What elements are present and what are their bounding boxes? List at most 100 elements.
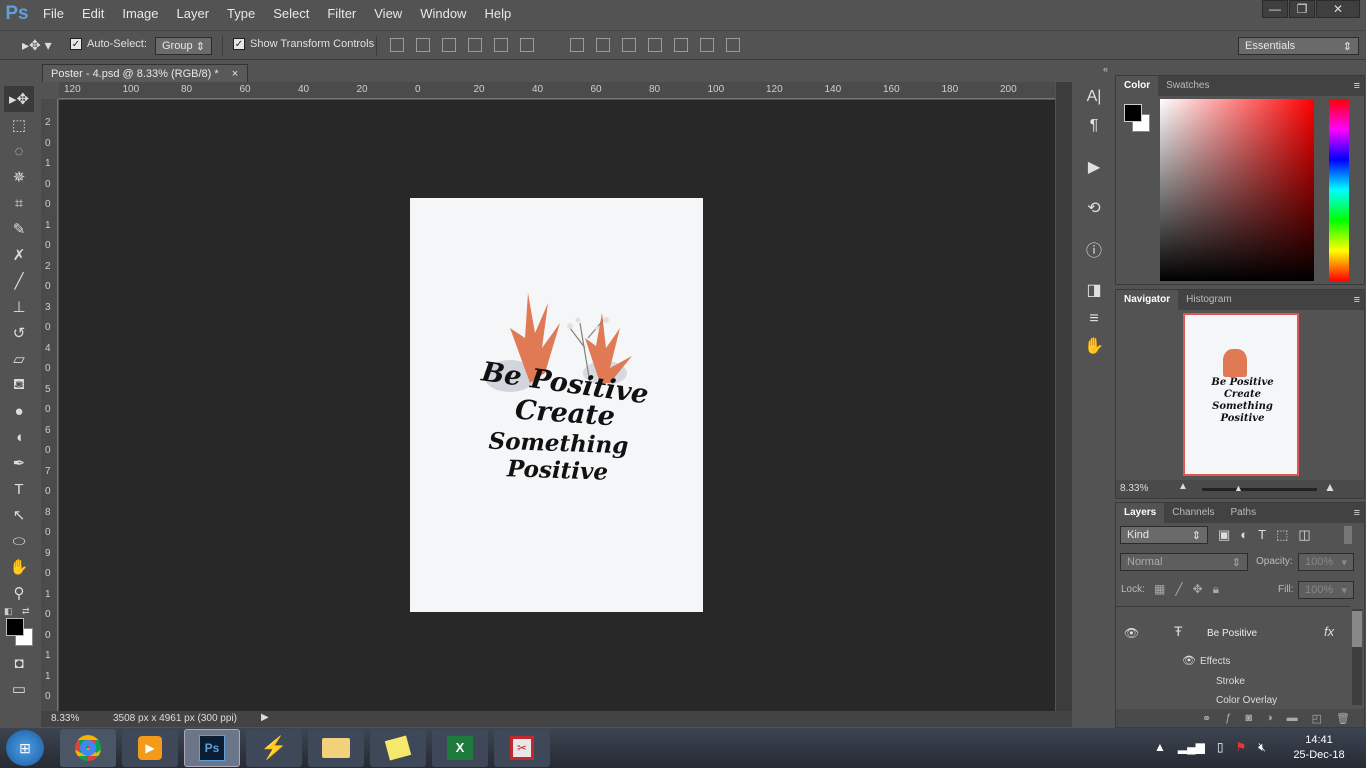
tab-layers[interactable]: Layers <box>1116 503 1165 523</box>
menu-window[interactable]: Window <box>411 0 475 28</box>
navigator-zoom-slider[interactable] <box>1202 488 1317 491</box>
winamp-taskbar-icon[interactable]: ⚡ <box>246 729 302 767</box>
new-group-icon[interactable]: ▬ <box>1287 712 1298 724</box>
minimize-button[interactable]: — <box>1262 0 1288 18</box>
clone-stamp-tool-icon[interactable]: ⊥ <box>4 294 34 320</box>
tab-navigator[interactable]: Navigator <box>1116 290 1179 310</box>
effect-stroke[interactable]: Stroke <box>1216 676 1245 687</box>
info-panel-icon[interactable]: ⓘ <box>1076 236 1112 262</box>
lasso-tool-icon[interactable]: ◌ <box>4 138 34 164</box>
new-adjustment-icon[interactable]: ◑ <box>1266 712 1273 724</box>
tool-presets-panel-icon[interactable]: ✋ <box>1076 333 1112 359</box>
excel-taskbar-icon[interactable]: X <box>432 729 488 767</box>
layer-fx-icon[interactable]: fx <box>1324 624 1334 639</box>
align-hcenter-icon[interactable] <box>494 38 508 52</box>
fill-field[interactable]: 100% ▾ <box>1298 581 1354 599</box>
brush-tool-icon[interactable]: ╱ <box>4 268 34 294</box>
menu-edit[interactable]: Edit <box>73 0 113 28</box>
effect-color-overlay[interactable]: Color Overlay <box>1216 695 1277 706</box>
menu-image[interactable]: Image <box>113 0 167 28</box>
layer-row[interactable]: 👁︎ Ŧ Be Positive fx <box>1116 615 1350 651</box>
layer-filter-dropdown[interactable]: Kind ⇕ <box>1120 526 1208 544</box>
action-center-flag-icon[interactable]: ⚑ <box>1235 740 1246 755</box>
move-tool-icon[interactable]: ▸✥ <box>4 86 34 112</box>
visibility-eye-icon[interactable]: 👁︎ <box>1124 626 1139 640</box>
show-transform-checkbox[interactable]: ✓ <box>233 38 245 50</box>
align-vcenter-icon[interactable] <box>416 38 430 52</box>
distribute-top-icon[interactable] <box>570 38 584 52</box>
document-tab[interactable]: Poster - 4.psd @ 8.33% (RGB/8) * × <box>42 64 248 82</box>
lock-all-icon[interactable]: 🔒︎ <box>1213 582 1219 597</box>
history-panel-icon[interactable]: ⟲ <box>1076 195 1112 221</box>
history-brush-tool-icon[interactable]: ↺ <box>4 320 34 346</box>
type-tool-icon[interactable]: T <box>4 476 34 502</box>
eraser-tool-icon[interactable]: ▱ <box>4 346 34 372</box>
healing-brush-tool-icon[interactable]: ✗ <box>4 242 34 268</box>
move-tool-preset-icon[interactable]: ▸✥ ▾ <box>22 37 52 54</box>
distribute-vcenter-icon[interactable] <box>596 38 610 52</box>
lock-image-icon[interactable]: ╱ <box>1175 582 1182 597</box>
tab-histogram[interactable]: Histogram <box>1178 290 1240 310</box>
opacity-field[interactable]: 100% ▾ <box>1298 553 1354 571</box>
close-button[interactable]: ✕ <box>1316 0 1360 18</box>
color-field[interactable] <box>1160 99 1314 281</box>
dodge-tool-icon[interactable]: ◖ <box>4 424 34 450</box>
zoom-out-icon[interactable]: ▲ <box>1178 481 1188 492</box>
filter-type-icon[interactable]: T <box>1258 527 1266 543</box>
auto-select-checkbox[interactable]: ✓ <box>70 38 82 50</box>
marquee-tool-icon[interactable]: ⬚ <box>4 112 34 138</box>
eyedropper-tool-icon[interactable]: ✎ <box>4 216 34 242</box>
tray-clock[interactable]: 14:41 25-Dec-18 <box>1284 733 1354 763</box>
tab-color[interactable]: Color <box>1116 76 1159 96</box>
filter-adjustment-icon[interactable]: ◐ <box>1240 527 1248 543</box>
workspace-dropdown[interactable]: Essentials ⇕ <box>1238 37 1359 55</box>
restore-button[interactable]: ❐ <box>1289 0 1315 18</box>
filter-pixel-icon[interactable]: ▣ <box>1218 527 1230 543</box>
menu-view[interactable]: View <box>365 0 411 28</box>
distribute-hcenter-icon[interactable] <box>674 38 688 52</box>
screen-mode-icon[interactable]: ▭ <box>4 676 34 702</box>
distribute-left-icon[interactable] <box>648 38 662 52</box>
link-layers-icon[interactable]: ⚭ <box>1202 712 1211 725</box>
distribute-bottom-icon[interactable] <box>622 38 636 52</box>
chrome-taskbar-icon[interactable] <box>60 729 116 767</box>
pen-tool-icon[interactable]: ✒ <box>4 450 34 476</box>
lock-position-icon[interactable]: ✥ <box>1193 582 1203 597</box>
tab-swatches[interactable]: Swatches <box>1158 76 1217 96</box>
align-left-icon[interactable] <box>468 38 482 52</box>
menu-layer[interactable]: Layer <box>168 0 219 28</box>
navigator-zoom-value[interactable]: 8.33% <box>1120 483 1148 494</box>
lock-transparent-icon[interactable]: ▦ <box>1154 582 1165 597</box>
sticky-notes-taskbar-icon[interactable] <box>370 729 426 767</box>
add-mask-icon[interactable]: ◙ <box>1245 712 1252 724</box>
start-button-icon[interactable]: ⊞ <box>6 730 44 766</box>
default-colors-icon[interactable]: ◧ <box>4 606 13 617</box>
layer-name[interactable]: Be Positive <box>1207 628 1257 639</box>
vertical-scrollbar[interactable] <box>1056 82 1072 711</box>
zoom-in-icon[interactable]: ▲ <box>1324 480 1336 494</box>
layers-scroll-thumb[interactable] <box>1352 611 1362 647</box>
magic-wand-tool-icon[interactable]: ✵ <box>4 164 34 190</box>
menu-filter[interactable]: Filter <box>318 0 365 28</box>
poster-artboard[interactable]: Be Positive Create Something Positive <box>410 198 703 612</box>
path-selection-tool-icon[interactable]: ↖ <box>4 502 34 528</box>
align-top-icon[interactable] <box>390 38 404 52</box>
tab-paths[interactable]: Paths <box>1223 503 1265 523</box>
align-right-icon[interactable] <box>520 38 534 52</box>
brush-presets-panel-icon[interactable]: ◨ <box>1076 277 1112 303</box>
close-document-icon[interactable]: × <box>232 68 238 80</box>
add-style-icon[interactable]: ƒ <box>1225 712 1231 724</box>
distribute-right-icon[interactable] <box>700 38 714 52</box>
explorer-taskbar-icon[interactable] <box>308 729 364 767</box>
menu-file[interactable]: File <box>34 0 73 28</box>
panel-menu-icon[interactable]: ≡ <box>1354 503 1364 523</box>
align-bottom-icon[interactable] <box>442 38 456 52</box>
effects-visibility-icon[interactable]: 👁︎ <box>1182 654 1196 667</box>
tray-arrow-icon[interactable]: ▲ <box>1154 740 1166 755</box>
new-layer-icon[interactable]: ◰ <box>1312 712 1322 725</box>
panel-foreground-swatch[interactable] <box>1124 104 1142 122</box>
menu-type[interactable]: Type <box>218 0 264 28</box>
navigator-thumbnail[interactable]: Be Positive Create Something Positive <box>1183 313 1299 476</box>
paint-bucket-tool-icon[interactable]: ⛾ <box>4 372 34 398</box>
status-zoom[interactable]: 8.33% <box>51 713 79 724</box>
